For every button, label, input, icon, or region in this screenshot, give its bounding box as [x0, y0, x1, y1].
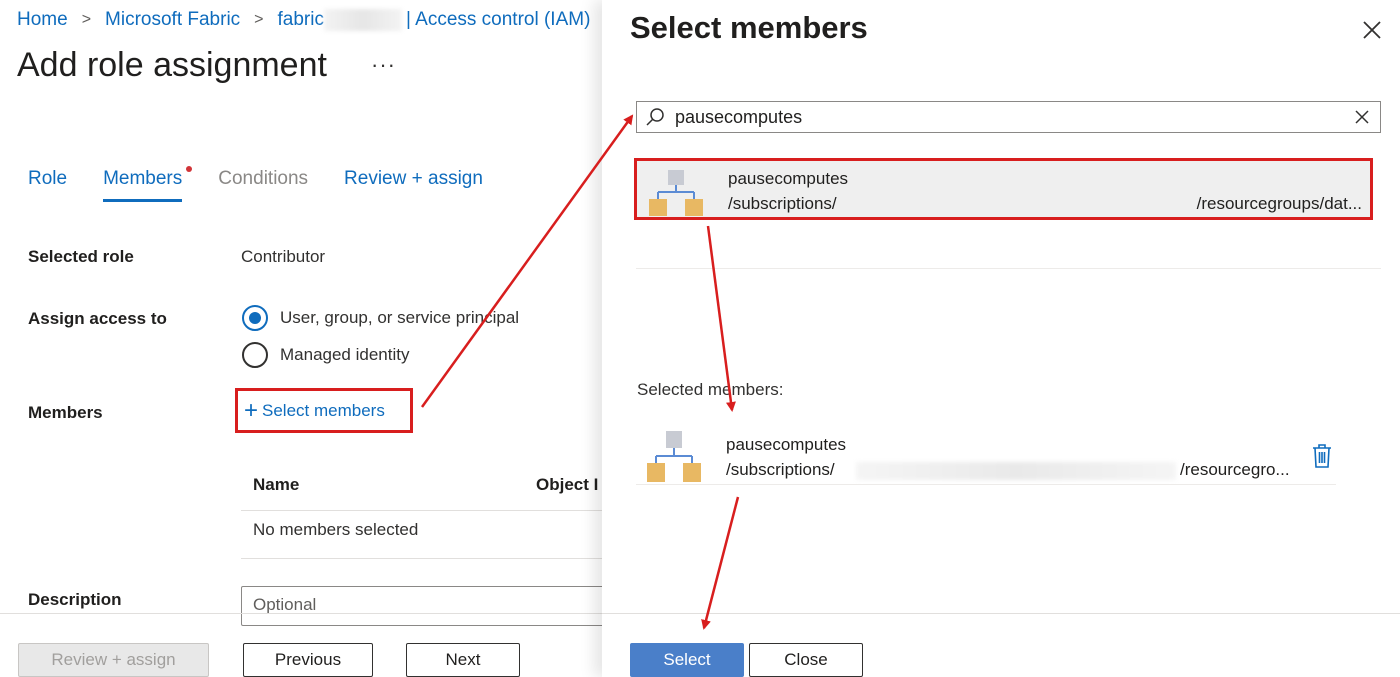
tab-bar: Role Members Conditions Review + assign [28, 166, 519, 202]
breadcrumb-microsoft-fabric[interactable]: Microsoft Fabric [105, 9, 240, 31]
breadcrumb-fabric[interactable]: fabric [278, 9, 324, 31]
selected-members-label: Selected members: [637, 380, 784, 399]
tab-members-label: Members [103, 168, 183, 189]
column-header-name[interactable]: Name [253, 475, 299, 495]
trash-icon[interactable] [1311, 443, 1333, 469]
members-label: Members [28, 403, 103, 422]
resource-group-icon [649, 170, 703, 216]
chevron-right-icon: > [81, 11, 92, 28]
search-input[interactable]: pausecomputes [636, 101, 1381, 133]
tab-role[interactable]: Role [28, 168, 67, 202]
radio-managed-identity[interactable]: Managed identity [242, 342, 409, 368]
select-button[interactable]: Select [630, 643, 744, 677]
radio-managed-identity-label: Managed identity [280, 345, 410, 364]
panel-title: Select members [630, 10, 868, 45]
page-title: Add role assignment [17, 46, 327, 84]
selected-member-path-start: /subscriptions/ [726, 460, 835, 479]
radio-checked-icon [242, 305, 268, 331]
assign-access-label: Assign access to [28, 309, 167, 328]
description-input[interactable]: Optional [241, 586, 611, 626]
result-name: pausecomputes [728, 169, 849, 188]
breadcrumb-access-control[interactable]: | Access control (IAM) [406, 9, 590, 31]
close-icon[interactable] [1360, 18, 1384, 42]
select-members-label: Select members [262, 400, 385, 420]
selected-member-path-end: /resourcegro... [1180, 460, 1290, 479]
breadcrumb-home[interactable]: Home [17, 9, 68, 31]
description-label: Description [28, 590, 122, 609]
chevron-right-icon: > [254, 11, 264, 28]
selected-member-item: pausecomputes /subscriptions/ /resourceg… [636, 425, 1336, 485]
breadcrumb: Home > Microsoft Fabric > fabric | Acces… [17, 9, 590, 31]
search-result-item[interactable]: pausecomputes /subscriptions/ /resourceg… [634, 158, 1373, 220]
redacted-text [856, 462, 1176, 480]
next-button[interactable]: Next [406, 643, 520, 677]
add-role-assignment-blade: Home > Microsoft Fabric > fabric | Acces… [0, 0, 611, 677]
tab-conditions-label: Conditions [218, 168, 309, 189]
radio-unchecked-icon [242, 342, 268, 368]
selected-role-label: Selected role [28, 247, 134, 266]
footer-divider [0, 613, 602, 614]
tab-role-label: Role [28, 168, 68, 189]
selected-member-name: pausecomputes [726, 435, 847, 454]
result-path-end: /resourcegroups/dat... [1196, 194, 1362, 213]
search-icon [646, 108, 664, 126]
close-button[interactable]: Close [749, 643, 863, 677]
redacted-text [323, 9, 402, 31]
radio-user-group-sp[interactable]: User, group, or service principal [242, 305, 519, 331]
required-indicator-dot [186, 166, 193, 172]
result-path-start: /subscriptions/ [728, 194, 837, 213]
more-options-button[interactable]: ··· [371, 52, 396, 78]
results-divider [636, 268, 1381, 269]
members-table-header: Name Object I [241, 463, 602, 511]
panel-footer-divider [602, 613, 1400, 614]
resource-group-icon [647, 431, 701, 482]
dismiss-icon[interactable] [1354, 109, 1370, 125]
tab-members[interactable]: Members [103, 166, 193, 202]
plus-icon: + [244, 396, 259, 424]
tab-review-assign[interactable]: Review + assign [344, 168, 483, 202]
select-members-panel: Select members pausecomputes pausecomput… [602, 0, 1400, 677]
tab-conditions[interactable]: Conditions [218, 168, 308, 202]
tab-review-assign-label: Review + assign [344, 168, 483, 189]
selected-role-value: Contributor [241, 247, 326, 266]
review-assign-button[interactable]: Review + assign [18, 643, 209, 677]
previous-button[interactable]: Previous [243, 643, 373, 677]
search-input-value: pausecomputes [675, 106, 803, 127]
column-header-object-id[interactable]: Object I [536, 475, 598, 495]
radio-user-group-sp-label: User, group, or service principal [280, 308, 520, 327]
select-members-link[interactable]: + Select members [235, 388, 413, 433]
table-row-empty: No members selected [241, 511, 602, 559]
